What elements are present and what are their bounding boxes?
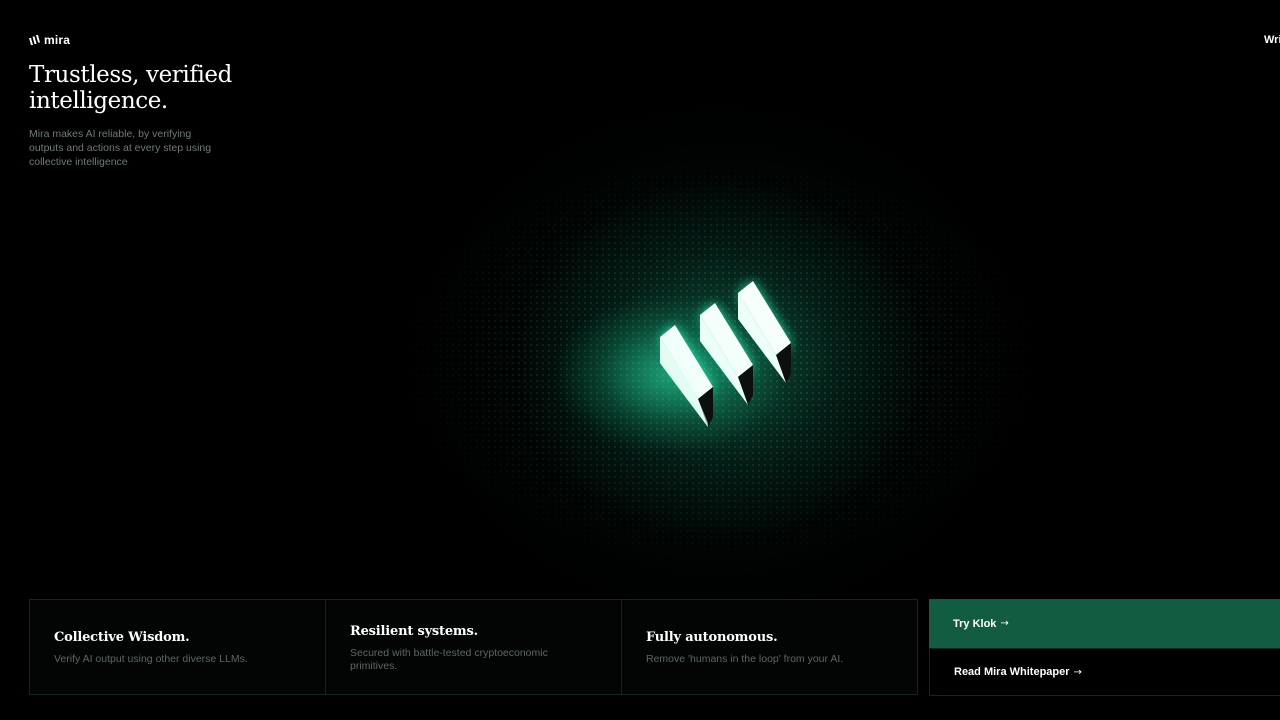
feature-description: Remove 'humans in the loop' from your AI… bbox=[646, 653, 844, 665]
title-line-1: Trustless, verified bbox=[29, 62, 232, 88]
page-title: Trustless, verified intelligence. bbox=[29, 62, 289, 114]
logo-link[interactable]: mira bbox=[29, 33, 70, 47]
feature-title: Fully autonomous. bbox=[646, 630, 778, 645]
feature-card-fully-autonomous: Fully autonomous. Remove 'humans in the … bbox=[621, 599, 918, 695]
read-whitepaper-label: Read Mira Whitepaper bbox=[954, 666, 1070, 678]
feature-card-collective-wisdom: Collective Wisdom. Verify AI output usin… bbox=[29, 599, 326, 695]
arrow-right-icon: → bbox=[1073, 666, 1082, 678]
try-klok-button[interactable]: Try Klok → bbox=[929, 599, 1280, 648]
feature-description: Verify AI output using other diverse LLM… bbox=[54, 653, 248, 665]
arrow-right-icon: → bbox=[1000, 618, 1009, 629]
feature-description: Secured with battle-tested cryptoeconomi… bbox=[350, 647, 548, 672]
feature-card-resilient-systems: Resilient systems. Secured with battle-t… bbox=[325, 599, 622, 695]
nav-link[interactable]: Wri bbox=[1264, 34, 1280, 46]
mira-3d-logo-icon bbox=[660, 281, 791, 427]
try-klok-label: Try Klok bbox=[953, 617, 997, 630]
logo-text: mira bbox=[44, 33, 71, 47]
read-whitepaper-button[interactable]: Read Mira Whitepaper → bbox=[929, 648, 1280, 696]
feature-title: Resilient systems. bbox=[350, 624, 478, 639]
mira-logo-icon bbox=[29, 35, 40, 45]
feature-title: Collective Wisdom. bbox=[54, 630, 190, 645]
hero-subtitle: Mira makes AI reliable, by verifying out… bbox=[29, 128, 212, 168]
title-line-2: intelligence. bbox=[29, 88, 168, 114]
